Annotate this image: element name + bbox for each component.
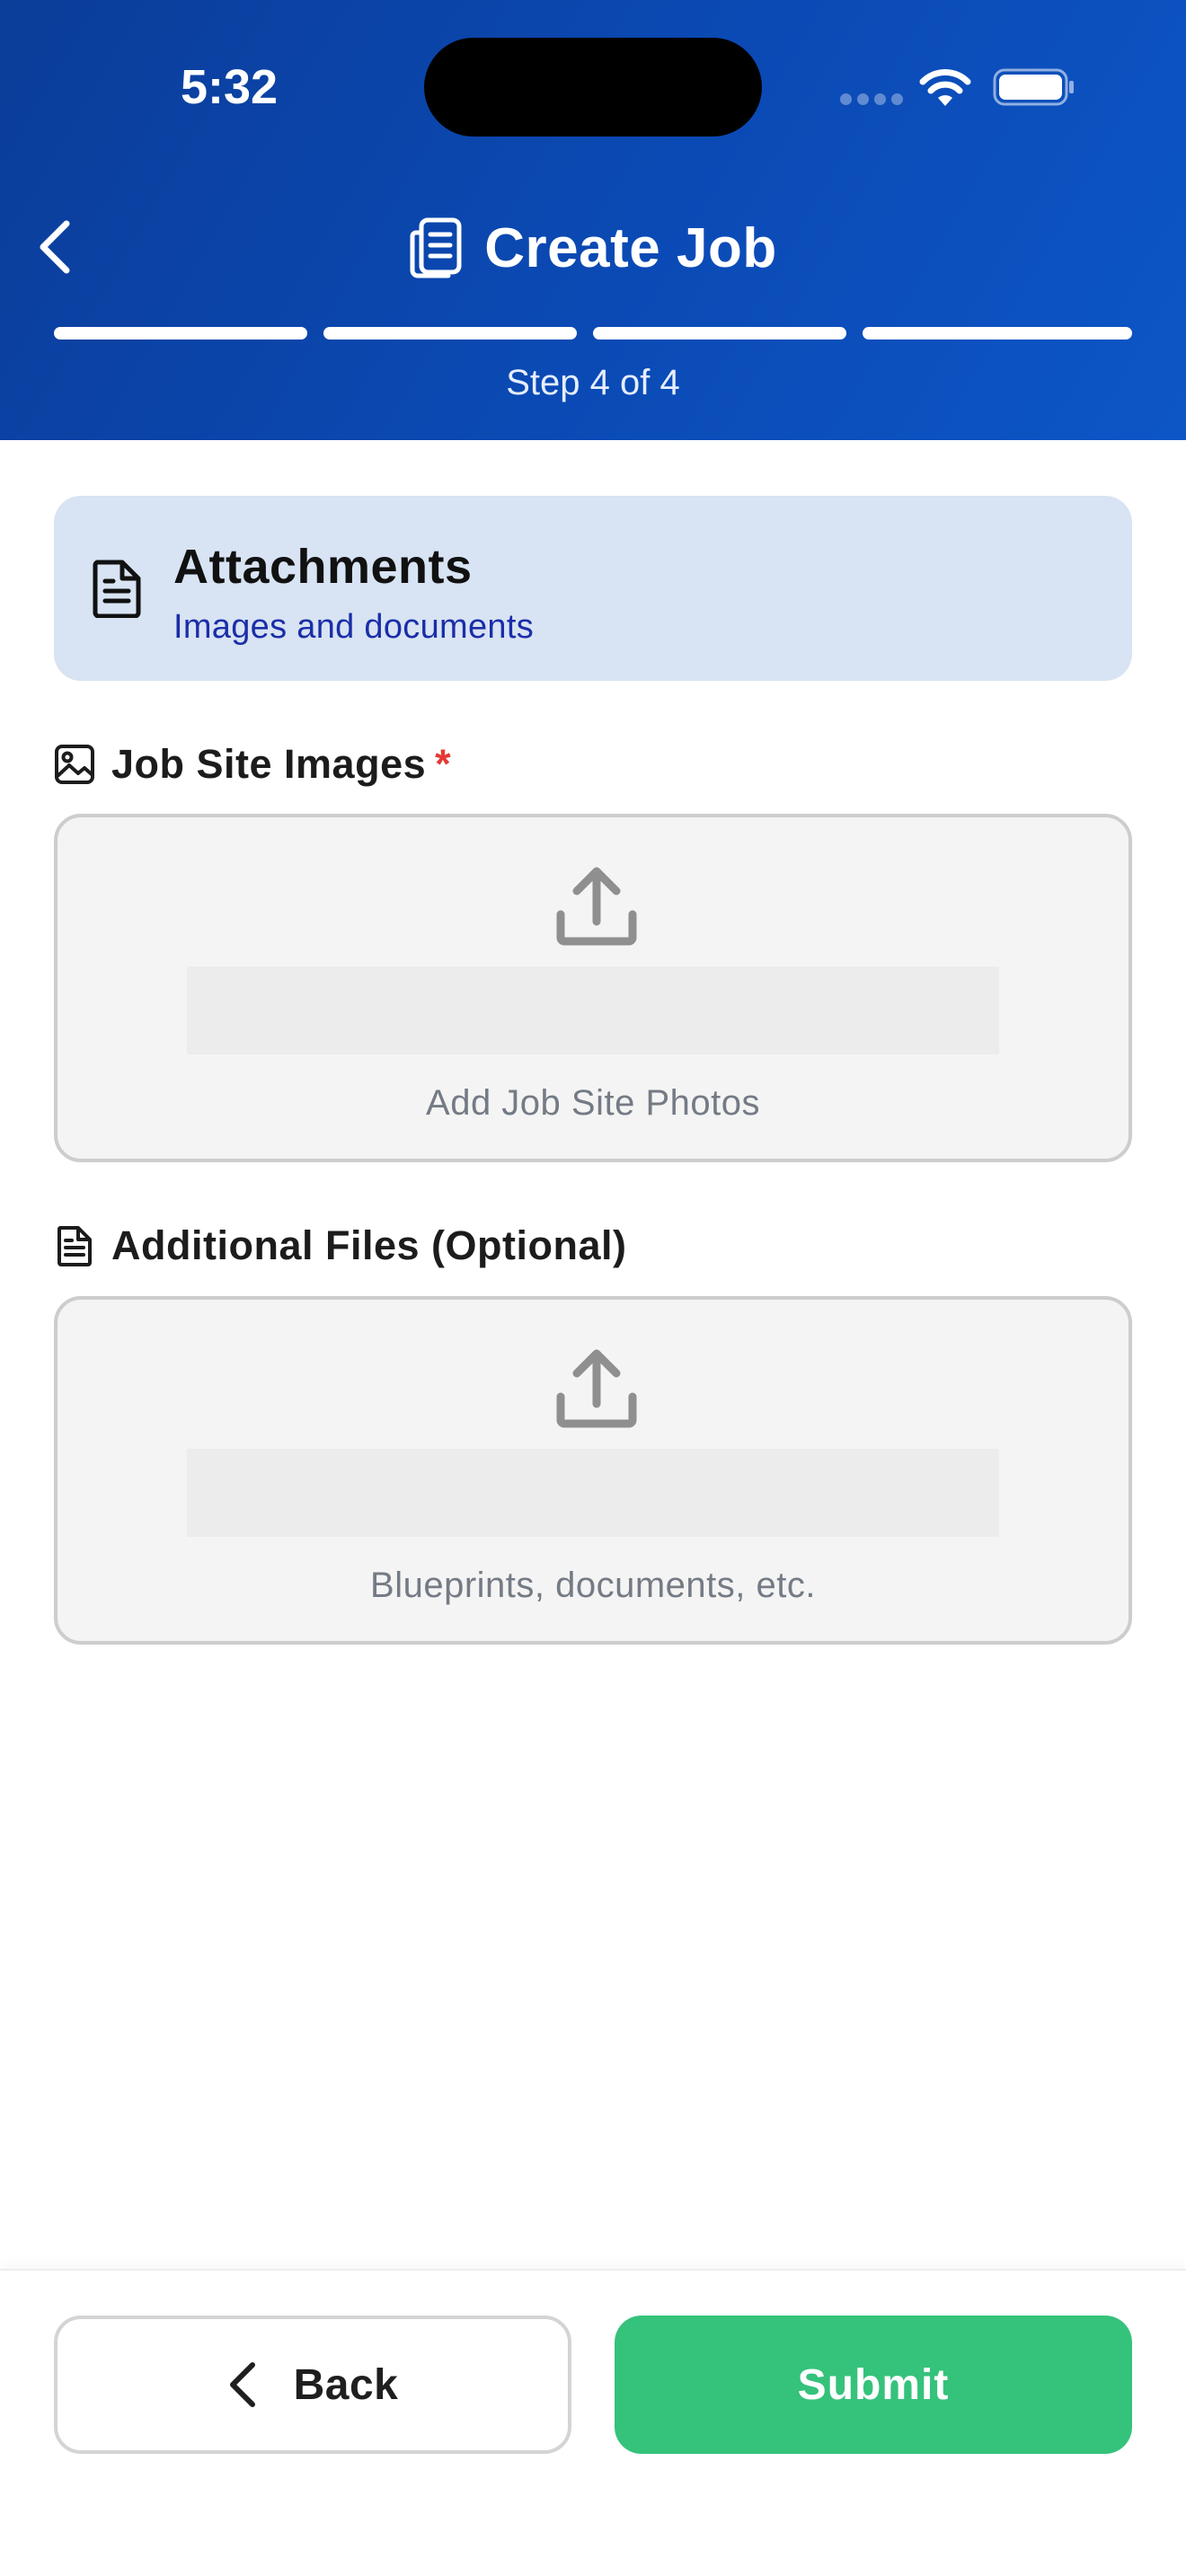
progress-segment-2 (323, 327, 577, 340)
required-indicator: * (435, 741, 451, 787)
additional-files-label: Additional Files (Optional) (54, 1216, 626, 1275)
attachments-section-card: Attachments Images and documents (54, 496, 1132, 681)
submit-button-label: Submit (797, 2360, 950, 2409)
progress-segment-3 (593, 327, 846, 340)
back-chevron-icon[interactable] (34, 218, 77, 276)
submit-button[interactable]: Submit (615, 2316, 1132, 2454)
document-icon (93, 560, 141, 618)
back-button-label: Back (293, 2360, 399, 2409)
chevron-left-icon (229, 2362, 255, 2407)
page-title-group: Create Job (359, 205, 827, 291)
additional-files-label-text: Additional Files (Optional) (111, 1222, 627, 1268)
upload-prompt: Blueprints, documents, etc. (370, 1566, 816, 1605)
status-time: 5:32 (180, 60, 279, 114)
progress-segment-1 (54, 327, 307, 340)
upload-prompt: Add Job Site Photos (426, 1083, 760, 1123)
section-subtitle: Images and documents (173, 608, 535, 646)
image-icon (55, 745, 94, 784)
step-progress-bar (54, 327, 1132, 340)
footer-actions: Back Submit (0, 2269, 1186, 2576)
create-job-screen: 5:32 Create Job Step 4 of 4 Attachments … (0, 0, 1186, 2576)
section-title: Attachments (173, 540, 473, 594)
battery-icon (993, 68, 1074, 106)
dynamic-island (424, 38, 762, 137)
header: 5:32 Create Job Step 4 of 4 (0, 0, 1186, 440)
document-icon (58, 1226, 92, 1266)
job-site-images-label: Job Site Images * (54, 735, 451, 794)
job-site-images-upload-zone[interactable]: Add Job Site Photos (54, 814, 1132, 1162)
clipboard-document-icon (410, 217, 462, 278)
step-label: Step 4 of 4 (506, 363, 680, 402)
page-title: Create Job (484, 216, 777, 279)
job-site-images-label-text: Job Site Images (111, 741, 427, 787)
image-preview-placeholder (187, 966, 999, 1054)
file-preview-placeholder (187, 1449, 999, 1537)
wifi-icon (919, 69, 971, 106)
upload-icon (556, 867, 637, 946)
progress-segment-4 (863, 327, 1132, 340)
additional-files-upload-zone[interactable]: Blueprints, documents, etc. (54, 1296, 1132, 1645)
cellular-signal-icon (840, 93, 903, 106)
back-button[interactable]: Back (54, 2316, 571, 2454)
upload-icon (556, 1349, 637, 1428)
